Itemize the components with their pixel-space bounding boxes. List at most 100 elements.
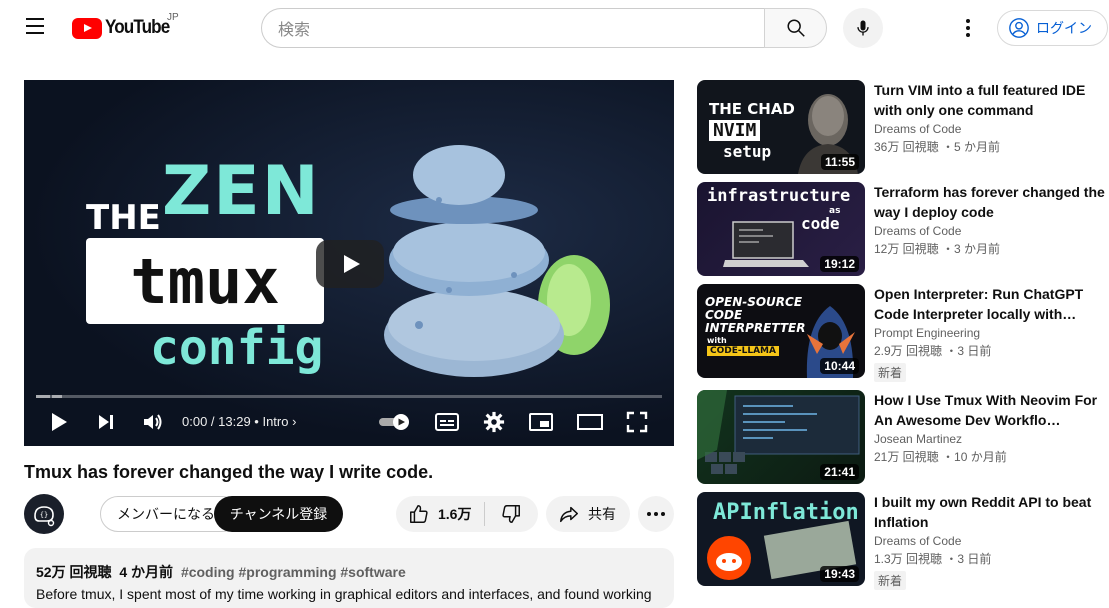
new-badge: 新着 <box>874 571 907 590</box>
login-button[interactable]: ログイン <box>997 10 1108 46</box>
thumb-text-1: THE CHAD <box>709 100 795 118</box>
recommended-video[interactable]: infrastructure as code 19:12 Terraform h… <box>697 182 1107 278</box>
thumbs-down-icon <box>502 505 520 523</box>
chapter-label[interactable]: Intro <box>262 414 288 429</box>
large-play-button[interactable] <box>316 240 384 288</box>
video-duration: 10:44 <box>820 358 859 374</box>
member-label: メンバーになる <box>117 506 215 522</box>
recommended-channel: Dreams of Code <box>874 224 962 238</box>
settings-menu-button[interactable] <box>956 16 980 40</box>
stacked-stones-illustration <box>384 145 610 377</box>
svg-text:{}: {} <box>40 511 48 519</box>
next-button[interactable] <box>94 410 118 434</box>
view-count: 52万 回視聴 <box>36 564 112 580</box>
recommended-meta: 1.3万 回視聴 ・3 日前 <box>874 552 992 566</box>
video-duration: 19:12 <box>820 256 859 272</box>
subtitles-icon <box>435 413 459 431</box>
recommended-meta: 21万 回視聴 ・10 か月前 <box>874 450 1007 464</box>
fullscreen-icon <box>626 411 648 433</box>
recommended-channel: Dreams of Code <box>874 122 962 136</box>
recommended-channel: Prompt Engineering <box>874 326 981 340</box>
recommended-info: Open Interpreter: Run ChatGPT Code Inter… <box>874 284 1106 382</box>
like-button[interactable]: 1.6万 <box>396 496 484 532</box>
thumb-text-2: NVIM <box>709 120 761 141</box>
search-placeholder: 検索 <box>278 22 311 39</box>
dislike-button[interactable] <box>485 496 537 532</box>
miniplayer-button[interactable] <box>528 410 554 434</box>
recommended-video[interactable]: APInflation 19:43 I built my own Reddit … <box>697 492 1107 592</box>
video-duration: 21:41 <box>820 464 859 480</box>
voice-search-button[interactable] <box>843 8 883 48</box>
time-text: 0:00 / 13:29 <box>182 414 251 429</box>
channel-avatar[interactable]: {} <box>24 494 64 534</box>
thumb-the-text: THE <box>86 198 161 238</box>
recommended-thumbnail: infrastructure as code 19:12 <box>697 182 865 276</box>
logo-text: YouTube <box>105 17 170 38</box>
subscribe-button[interactable]: チャンネル登録 <box>214 496 343 532</box>
recommended-thumbnail: OPEN-SOURCE CODE INTERPRETTER with CODE-… <box>697 284 865 378</box>
recommended-video[interactable]: 21:41 How I Use Tmux With Neovim For An … <box>697 390 1107 486</box>
recommended-title: I built my own Reddit API to beat Inflat… <box>874 494 1092 530</box>
thumb-text-1: infrastructure <box>707 186 851 206</box>
recommended-title: Terraform has forever changed the way I … <box>874 184 1105 220</box>
youtube-logo[interactable]: YouTube <box>72 16 176 40</box>
recommended-video[interactable]: THE CHAD NVIM setup 11:55 Turn VIM into … <box>697 80 1107 176</box>
autoplay-toggle[interactable] <box>378 410 412 434</box>
youtube-play-icon <box>72 17 102 39</box>
like-dislike-group: 1.6万 <box>396 496 538 532</box>
chapter-segment <box>36 395 50 398</box>
recommended-title: How I Use Tmux With Neovim For An Awesom… <box>874 392 1098 428</box>
channel-logo-icon: {} <box>34 506 55 527</box>
hashtags[interactable]: #coding #programming #software <box>181 564 406 580</box>
share-button[interactable]: 共有 <box>546 496 630 532</box>
description-meta: 52万 回視聴 4 か月前 #coding #programming #soft… <box>36 562 662 582</box>
play-icon <box>52 413 67 431</box>
video-player[interactable]: THE ZEN tmux config 0:00 / 13:29 • Intro… <box>24 80 674 446</box>
login-label: ログイン <box>1036 20 1092 36</box>
volume-button[interactable] <box>140 410 166 434</box>
thumb-text-3: CODE-LLAMA <box>707 346 779 356</box>
new-badge: 新着 <box>874 363 907 382</box>
recommended-title: Turn VIM into a full featured IDE with o… <box>874 82 1086 118</box>
recommended-video[interactable]: OPEN-SOURCE CODE INTERPRETTER with CODE-… <box>697 284 1107 384</box>
more-actions-button[interactable] <box>638 496 674 532</box>
recommended-thumbnail: APInflation 19:43 <box>697 492 865 586</box>
thumb-tmux-text: tmux <box>130 244 280 318</box>
recommended-info: Terraform has forever changed the way I … <box>874 182 1106 257</box>
region-label: JP <box>167 12 179 23</box>
thumb-text-2: with <box>707 336 727 345</box>
chevron-right-icon: › <box>292 414 297 429</box>
subtitles-button[interactable] <box>434 410 460 434</box>
settings-button[interactable] <box>482 410 506 434</box>
autoplay-toggle-icon <box>379 414 409 430</box>
account-icon <box>1009 18 1029 38</box>
top-bar: YouTube JP 検索 ログイン <box>0 0 1109 56</box>
thumb-text-1: APInflation <box>713 500 859 525</box>
thumb-zen-text: ZEN <box>162 152 321 231</box>
progress-bar[interactable] <box>36 395 662 398</box>
recommended-title: Open Interpreter: Run ChatGPT Code Inter… <box>874 286 1084 322</box>
subscribe-label: チャンネル登録 <box>229 506 328 522</box>
recommended-channel: Dreams of Code <box>874 534 962 548</box>
thumb-text-3: code <box>801 214 840 233</box>
search-icon <box>786 19 805 37</box>
gear-icon <box>483 411 505 433</box>
menu-icon[interactable] <box>24 18 48 38</box>
thumbs-up-icon <box>410 505 428 523</box>
recommended-meta: 2.9万 回視聴 ・3 日前 <box>874 344 992 358</box>
recommended-thumbnail: THE CHAD NVIM setup 11:55 <box>697 80 865 174</box>
description-box[interactable]: 52万 回視聴 4 か月前 #coding #programming #soft… <box>24 548 674 608</box>
search-input[interactable]: 検索 <box>261 8 764 48</box>
next-icon <box>99 415 113 429</box>
theater-mode-button[interactable] <box>576 410 604 434</box>
search-button[interactable] <box>764 8 827 48</box>
play-button[interactable] <box>48 410 70 434</box>
recommended-channel: Josean Martinez <box>874 432 963 446</box>
video-duration: 11:55 <box>820 154 859 170</box>
time-display: 0:00 / 13:29 • Intro › <box>182 414 296 429</box>
recommended-meta: 36万 回視聴 ・5 か月前 <box>874 140 1001 154</box>
laptop-image <box>723 221 809 267</box>
thumb-config-text: config <box>150 320 324 376</box>
upload-age: 4 か月前 <box>119 564 174 580</box>
fullscreen-button[interactable] <box>624 410 650 434</box>
